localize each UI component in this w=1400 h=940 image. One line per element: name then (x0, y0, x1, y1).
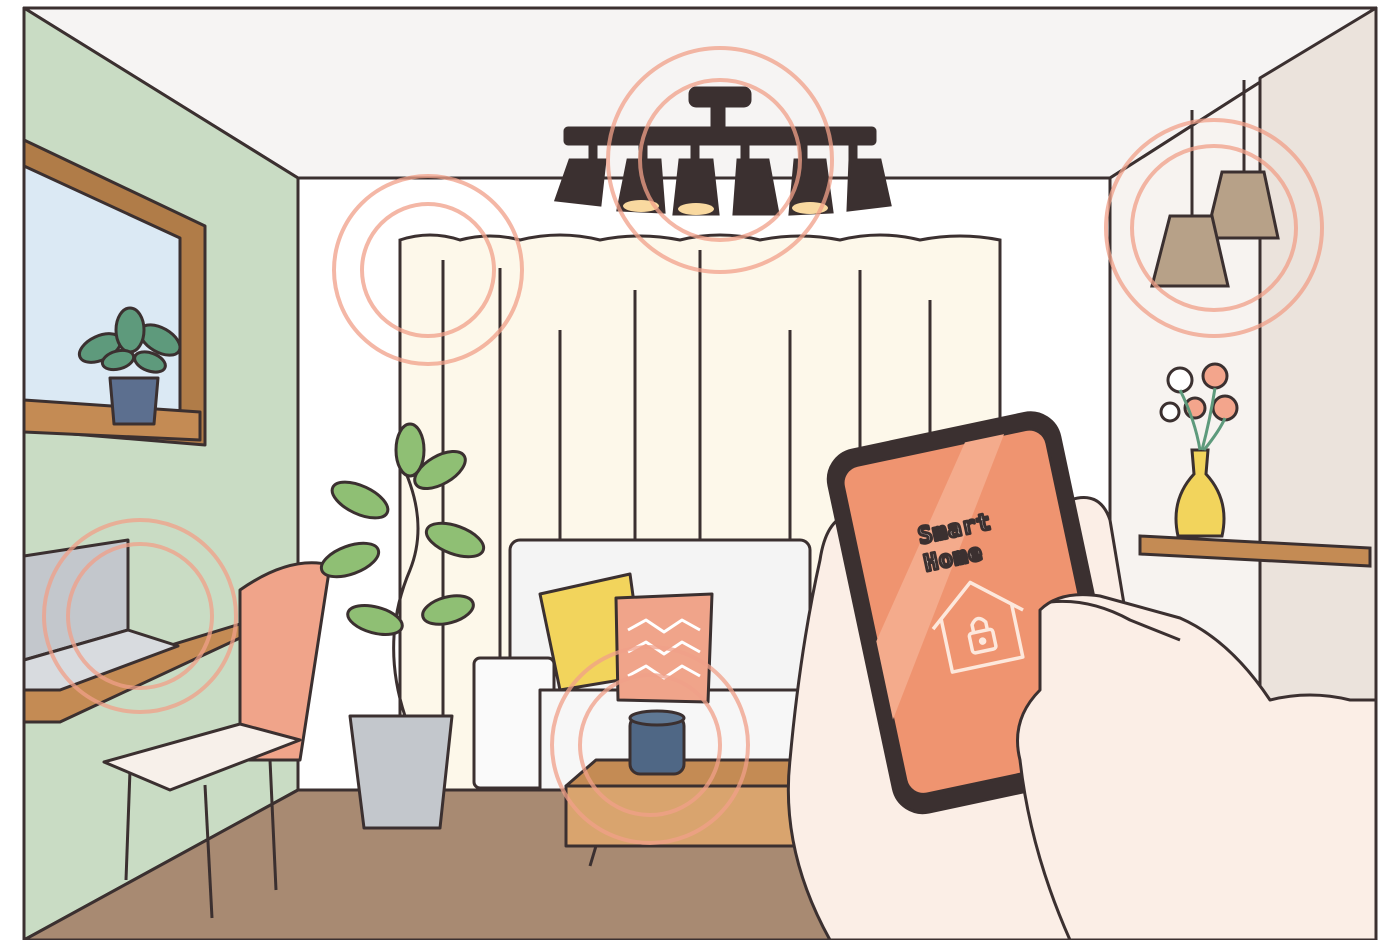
window-plant-pot (108, 376, 160, 426)
plant-pot (348, 714, 454, 830)
smart-speaker (628, 709, 686, 776)
smart-home-illustration: Smart Home (22, 6, 1378, 940)
